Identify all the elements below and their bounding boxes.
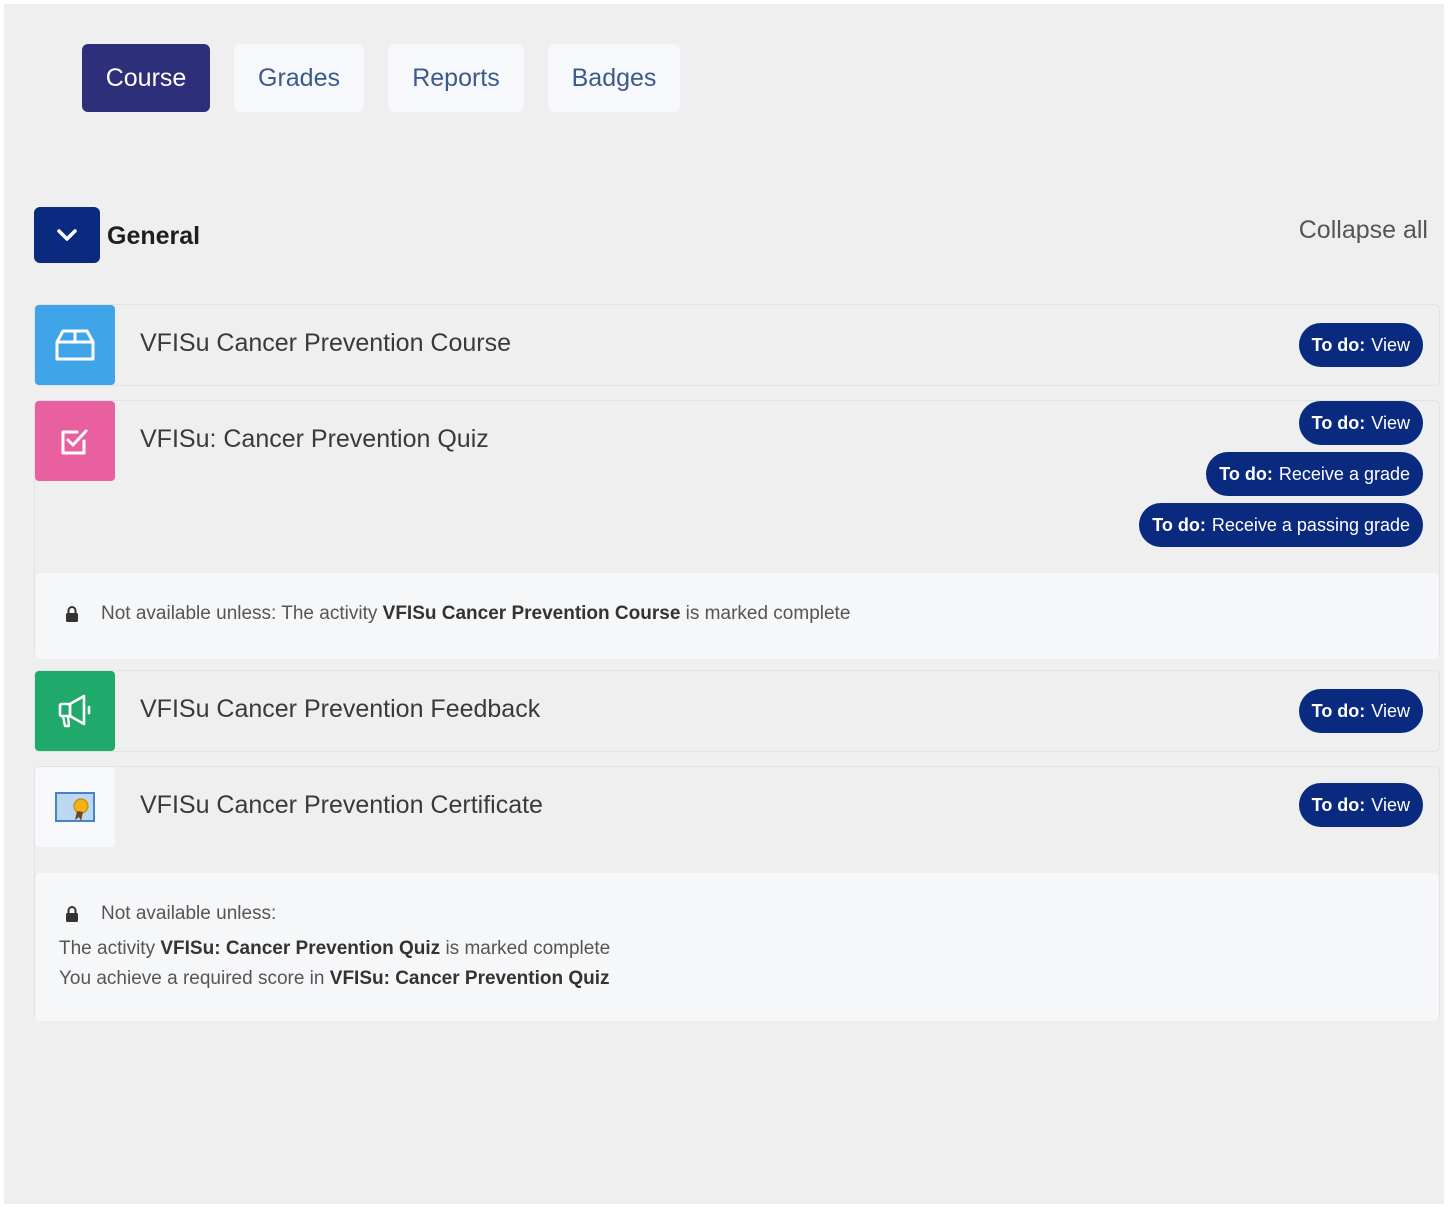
activity-link[interactable]: VFISu: Cancer Prevention Quiz xyxy=(140,425,489,454)
restriction-text: is marked complete xyxy=(685,603,851,624)
restriction-heading: Not available unless: xyxy=(101,903,277,924)
lock-icon xyxy=(66,906,78,922)
tab-course[interactable]: Course xyxy=(82,44,210,112)
restriction-activity-link[interactable]: VFISu: Cancer Prevention Quiz xyxy=(160,938,440,959)
activity-card: VFISu Cancer Prevention Certificate To d… xyxy=(34,766,1440,1021)
activity-card: VFISu Cancer Prevention Course To do: Vie… xyxy=(34,304,1440,386)
activity-card: VFISu Cancer Prevention Feedback To do: V… xyxy=(34,670,1440,752)
activity-link[interactable]: VFISu Cancer Prevention Certificate xyxy=(140,791,543,820)
restriction-activity-link[interactable]: VFISu Cancer Prevention Course xyxy=(383,603,681,624)
todo-badge: To do: View xyxy=(1298,689,1423,733)
chevron-down-icon xyxy=(57,229,77,241)
activity-link[interactable]: VFISu Cancer Prevention Feedback xyxy=(140,695,540,724)
collapse-all-link[interactable]: Collapse all xyxy=(1299,216,1428,245)
todo-badge: To do: Receive a passing grade xyxy=(1139,503,1423,547)
tab-grades[interactable]: Grades xyxy=(234,44,364,112)
todo-badge: To do: View xyxy=(1298,323,1423,367)
restriction-text: is marked complete xyxy=(445,938,611,959)
restriction-activity-link[interactable]: VFISu: Cancer Prevention Quiz xyxy=(330,968,610,989)
quiz-checkbox-icon xyxy=(35,401,115,481)
package-icon xyxy=(35,305,115,385)
restriction-text: Not available unless: The activity xyxy=(101,603,378,624)
todo-badge: To do: Receive a grade xyxy=(1206,452,1423,496)
certificate-icon xyxy=(35,767,115,847)
section-collapse-toggle[interactable] xyxy=(34,207,100,263)
todo-badge: To do: View xyxy=(1298,783,1423,827)
activity-link[interactable]: VFISu Cancer Prevention Course xyxy=(140,329,511,358)
todo-badge: To do: View xyxy=(1298,401,1423,445)
tab-badges[interactable]: Badges xyxy=(548,44,680,112)
restriction-text: You achieve a required score in xyxy=(59,968,325,989)
activity-card: VFISu: Cancer Prevention Quiz To do: View… xyxy=(34,400,1440,659)
section-title: General xyxy=(107,222,201,250)
course-tabs: Course Grades Reports Badges xyxy=(82,44,680,112)
course-page: Course Grades Reports Badges General Col… xyxy=(4,4,1444,1204)
restriction-text: The activity xyxy=(59,938,156,959)
restriction-info: Not available unless: The activity VFISu… xyxy=(35,573,1439,659)
tab-reports[interactable]: Reports xyxy=(388,44,524,112)
megaphone-icon xyxy=(35,671,115,751)
restriction-info: Not available unless: The activity VFISu… xyxy=(35,873,1439,1021)
lock-icon xyxy=(66,606,78,622)
